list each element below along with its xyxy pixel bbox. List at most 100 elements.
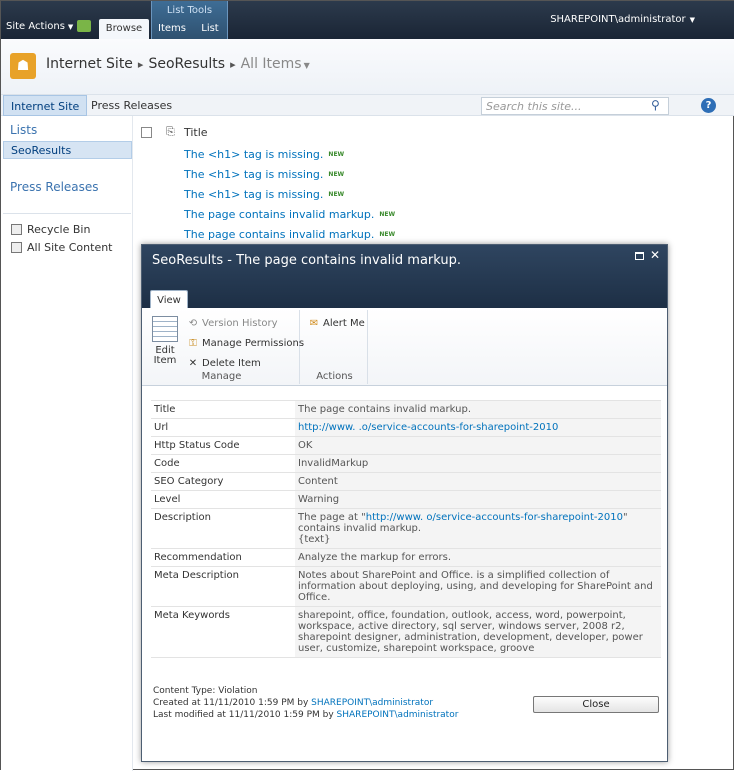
key-icon: ⚿: [189, 338, 197, 349]
table-row: Http Status Code OK: [151, 436, 661, 455]
field-value: sharepoint, office, foundation, outlook,…: [295, 606, 661, 658]
field-value: Content: [295, 472, 661, 491]
leftnav-item-seoresults[interactable]: SeoResults: [3, 141, 132, 159]
created-by-link[interactable]: SHAREPOINT\administrator: [311, 698, 433, 708]
modified-by-link[interactable]: SHAREPOINT\administrator: [337, 710, 459, 720]
field-label: Recommendation: [151, 548, 295, 567]
edit-item-button[interactable]: Edit Item: [150, 316, 180, 366]
field-label: SEO Category: [151, 472, 295, 491]
quick-launch: Lists SeoResults Press Releases Recycle …: [1, 116, 133, 771]
manage-permissions-label: Manage Permissions: [202, 338, 305, 349]
attachment-icon: ⎘: [166, 125, 175, 138]
user-menu[interactable]: SHAREPOINT\administrator ▼: [550, 14, 695, 25]
help-icon[interactable]: ?: [701, 98, 716, 113]
tab-view[interactable]: View: [150, 290, 188, 309]
new-badge: NEW: [379, 211, 396, 218]
field-value: Analyze the markup for errors.: [295, 548, 661, 567]
ribbon-group-label: Actions: [316, 371, 353, 382]
item-dialog: SeoResults - The page contains invalid m…: [141, 244, 668, 762]
manage-permissions-button[interactable]: ⚿ Manage Permissions: [187, 338, 304, 349]
table-row: SEO Category Content: [151, 472, 661, 491]
url-link[interactable]: http://www. .o/service-accounts-for-shar…: [298, 422, 558, 433]
field-label: Http Status Code: [151, 436, 295, 455]
table-row: Code InvalidMarkup: [151, 454, 661, 473]
new-badge: NEW: [379, 231, 396, 238]
field-label: Meta Keywords: [151, 606, 295, 658]
tab-items[interactable]: Items: [153, 19, 191, 39]
list-item-title[interactable]: The <h1> tag is missing.: [184, 148, 323, 161]
version-history-icon: ⟲: [188, 318, 198, 329]
search-icon[interactable]: ⚲: [651, 98, 660, 112]
list-item[interactable]: The <h1> tag is missing. NEW: [184, 168, 344, 181]
version-history-button[interactable]: ⟲ Version History: [187, 318, 278, 329]
breadcrumb-separator-icon: ▸: [137, 58, 144, 71]
list-item[interactable]: The <h1> tag is missing. NEW: [184, 148, 344, 161]
description-text: The page at ": [298, 512, 366, 523]
field-value: Warning: [295, 490, 661, 509]
maximize-icon[interactable]: [635, 252, 644, 260]
field-label: Level: [151, 490, 295, 509]
divider: [3, 213, 131, 214]
field-label: Url: [151, 418, 295, 437]
leftnav-all-site-content[interactable]: All Site Content: [11, 241, 113, 254]
recycle-bin-label: Recycle Bin: [27, 223, 91, 236]
item-properties-table: Title The page contains invalid markup. U…: [151, 400, 661, 658]
ribbon-group-actions: ✉ Alert Me Actions: [302, 310, 368, 384]
leftnav-recycle-bin[interactable]: Recycle Bin: [11, 223, 90, 236]
topnav-internet-site[interactable]: Internet Site: [3, 95, 88, 116]
table-row: Recommendation Analyze the markup for err…: [151, 548, 661, 567]
list-item[interactable]: The page contains invalid markup. NEW: [184, 228, 395, 241]
breadcrumb-separator-icon: ▸: [230, 58, 236, 71]
new-badge: NEW: [328, 191, 345, 198]
breadcrumb-view[interactable]: All Items: [241, 56, 302, 72]
dialog-titlebar: SeoResults - The page contains invalid m…: [142, 245, 667, 309]
table-row: Level Warning: [151, 490, 661, 509]
topnav-press-releases[interactable]: Press Releases: [91, 95, 172, 116]
table-row: Meta Description Notes about SharePoint a…: [151, 566, 661, 607]
delete-icon: ✕: [188, 358, 198, 369]
select-all-checkbox[interactable]: [141, 127, 152, 138]
close-icon[interactable]: ✕: [650, 248, 660, 262]
created-text: Created at 11/11/2010 1:59 PM by: [153, 698, 312, 708]
table-row: Title The page contains invalid markup.: [151, 400, 661, 419]
tab-browse[interactable]: Browse: [99, 19, 149, 39]
list-header: ⎘ Title: [133, 124, 733, 142]
site-logo-icon[interactable]: ☗: [10, 53, 36, 79]
site-actions-menu[interactable]: Site Actions ▼: [6, 21, 73, 32]
leftnav-lists-heading[interactable]: Lists: [10, 123, 37, 137]
list-item-title[interactable]: The page contains invalid markup.: [184, 228, 374, 241]
top-navigation: Internet Site Press Releases Search this…: [1, 94, 734, 116]
dialog-ribbon: Edit Item ⟲ Version History ⚿ Manage Permi…: [142, 308, 667, 386]
created-info: Created at 11/11/2010 1:59 PM by SHAREPO…: [153, 698, 433, 708]
list-item-title[interactable]: The page contains invalid markup.: [184, 208, 374, 221]
column-header-title[interactable]: Title: [184, 126, 208, 139]
search-input[interactable]: Search this site...: [481, 97, 669, 115]
list-item[interactable]: The page contains invalid markup. NEW: [184, 208, 395, 221]
ribbon-bar: Site Actions ▼ List Tools Browse Items Li…: [1, 1, 734, 39]
new-badge: NEW: [328, 171, 345, 178]
alert-me-button[interactable]: ✉ Alert Me: [308, 318, 365, 329]
field-value: http://www. .o/service-accounts-for-shar…: [295, 418, 661, 437]
table-row: Description The page at "http://www. o/se…: [151, 508, 661, 549]
close-button[interactable]: Close: [533, 696, 659, 713]
description-link[interactable]: http://www. o/service-accounts-for-share…: [366, 512, 623, 523]
list-item-title[interactable]: The <h1> tag is missing.: [184, 168, 323, 181]
delete-item-label: Delete Item: [202, 358, 261, 369]
breadcrumb-list[interactable]: SeoResults: [148, 56, 225, 72]
list-item[interactable]: The <h1> tag is missing. NEW: [184, 188, 344, 201]
chevron-down-icon[interactable]: ▼: [304, 61, 310, 70]
field-label: Code: [151, 454, 295, 473]
field-label: Meta Description: [151, 566, 295, 607]
tab-list[interactable]: List: [193, 19, 227, 39]
leftnav-press-releases[interactable]: Press Releases: [10, 180, 99, 194]
alert-bell-icon: ✉: [309, 318, 319, 329]
navigate-up-icon[interactable]: [77, 20, 91, 32]
delete-item-button[interactable]: ✕ Delete Item: [187, 358, 261, 369]
new-badge: NEW: [328, 151, 345, 158]
title-area: ☗ Internet Site ▸ SeoResults ▸ All Items ▼: [1, 39, 734, 94]
breadcrumb-site[interactable]: Internet Site: [46, 56, 133, 72]
alert-me-label: Alert Me: [323, 318, 365, 329]
list-item-title[interactable]: The <h1> tag is missing.: [184, 188, 323, 201]
breadcrumb: Internet Site ▸ SeoResults ▸ All Items ▼: [46, 56, 310, 72]
field-value: OK: [295, 436, 661, 455]
